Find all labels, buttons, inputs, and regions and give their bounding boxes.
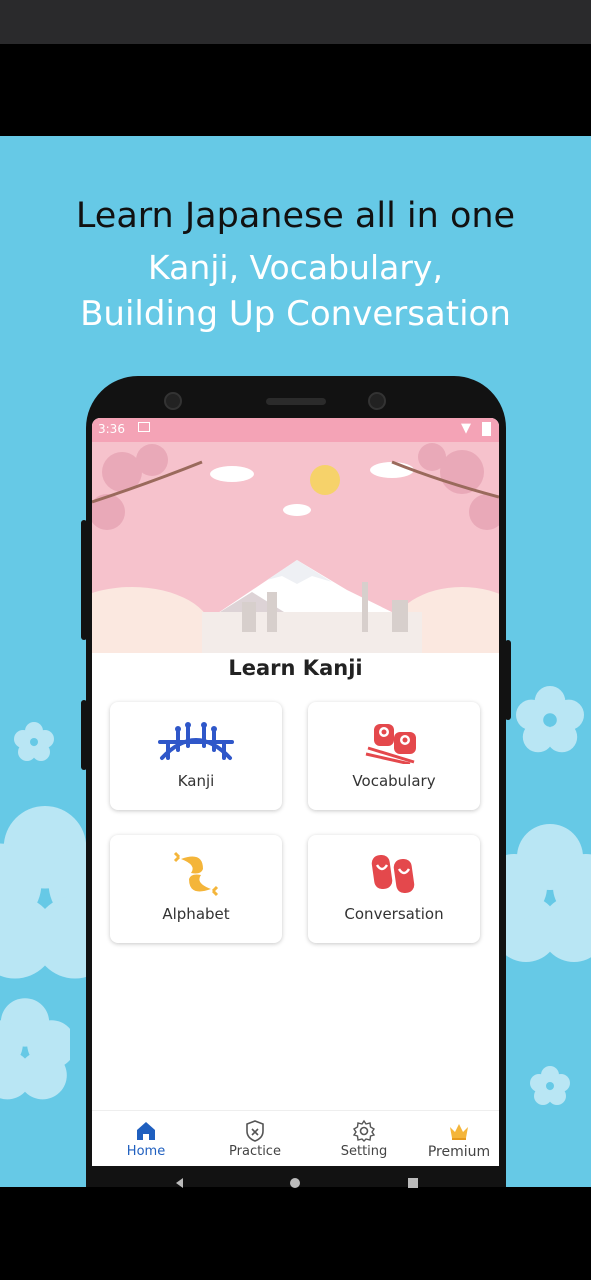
kanji-card[interactable]: Kanji [110,702,282,810]
blossom-icon [14,722,54,761]
phone-speaker [266,398,326,405]
page-title: Learn Kanji [228,656,363,680]
sushi-icon [365,724,416,764]
status-time: 3:36 [98,422,125,436]
blossom-icon [516,686,584,753]
card-label: Alphabet [162,905,230,923]
card-label: Conversation [344,905,444,923]
promo-headline: Learn Japanese all in one [75,196,516,236]
nav-label-practice: Practice [229,1144,281,1159]
battery-icon [482,422,491,436]
phone-side-button [81,520,87,640]
card-label: Vocabulary [352,772,436,790]
back-icon[interactable] [176,1178,183,1188]
phone-side-button [81,700,87,770]
android-nav-bar [92,1166,499,1188]
system-top-bar [0,0,591,44]
phone-camera-icon [164,392,182,410]
vocabulary-card[interactable]: Vocabulary [308,702,480,810]
blossom-icon [0,998,70,1100]
bottom-nav: Home Practice Setting Premium [92,1110,499,1166]
phone-side-button [505,640,511,720]
shield-icon [246,1120,264,1142]
wifi-icon: ▼ [461,421,471,436]
nav-item-premium[interactable]: Premium [409,1111,499,1166]
nav-item-practice[interactable]: Practice [205,1111,305,1166]
nav-item-home[interactable]: Home [96,1111,196,1166]
phone-sensor-icon [368,392,386,410]
sakura-illustration [92,442,499,653]
nav-item-setting[interactable]: Setting [314,1111,414,1166]
nav-label-setting: Setting [340,1144,388,1159]
home-button-icon[interactable] [290,1178,300,1188]
mail-icon [138,422,150,432]
status-bar: 3:36 ▼ [92,418,499,442]
promo-subline-2: Building Up Conversation [80,294,511,334]
koi-fish-icon [173,851,219,897]
app-screen: 3:36 ▼ Learn Kanji Kanji Vocabulary Alph… [92,418,499,1166]
promo-subline-1: Kanji, Vocabulary, [148,248,443,287]
nav-label-premium: Premium [427,1144,491,1160]
nav-label-home: Home [126,1144,166,1159]
conversation-card[interactable]: Conversation [308,835,480,943]
mount-fuji-banner [92,442,499,653]
card-label: Kanji [177,772,215,790]
geta-sandals-icon [371,854,415,894]
recents-icon[interactable] [408,1178,418,1188]
bridge-icon [158,722,234,760]
blossom-icon [530,1066,570,1105]
top-black-band [0,44,591,136]
bottom-black-band [0,1187,591,1280]
gear-icon [352,1119,376,1142]
home-icon [137,1122,155,1140]
alphabet-card[interactable]: Alphabet [110,835,282,943]
crown-icon [450,1124,468,1140]
